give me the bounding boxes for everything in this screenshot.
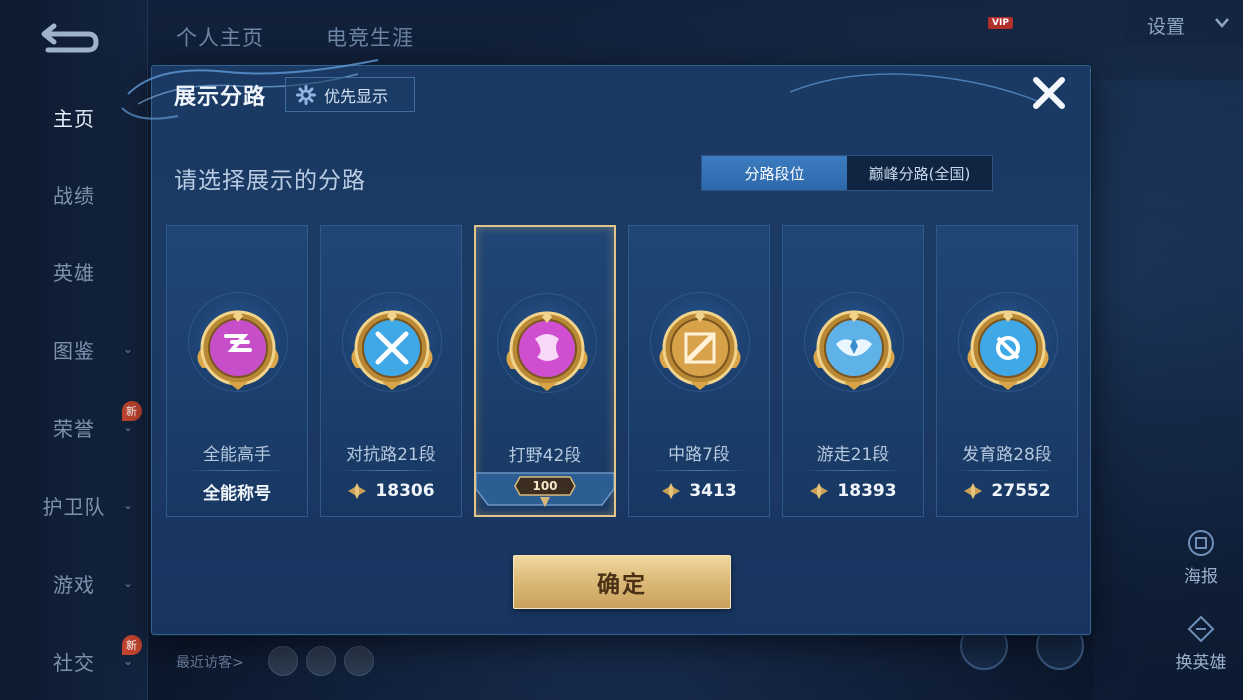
avatar[interactable] xyxy=(306,646,336,676)
tab-peak-lane[interactable]: 巅峰分路(全国) xyxy=(847,156,992,190)
divider xyxy=(187,470,287,471)
lane-card-name: 游走21段 xyxy=(816,445,890,465)
lane-card-footer: 全能称号 xyxy=(167,476,307,506)
dialog-subtitle: 请选择展示的分路 xyxy=(174,168,366,194)
lane-card[interactable]: 发育路28段 27552 xyxy=(936,225,1078,517)
nav-item-5[interactable]: 护卫队 ⌄ xyxy=(0,485,148,525)
settings-button[interactable]: 设置 xyxy=(1123,6,1243,44)
priority-display-label: 优先显示 xyxy=(324,86,389,106)
all-round-icon xyxy=(188,298,288,398)
crossed-swords-icon xyxy=(342,298,442,398)
divider xyxy=(341,470,441,471)
rank-points-value: 18393 xyxy=(837,481,897,501)
profile-top-tabs: 个人主页 电竞生涯 xyxy=(176,22,414,52)
lane-card-footer: 18393 xyxy=(783,476,923,506)
nav-item-1[interactable]: 战绩 xyxy=(0,174,148,214)
poster-icon xyxy=(1188,530,1214,556)
rank-points-value: 3413 xyxy=(689,481,737,501)
divider xyxy=(803,470,903,471)
lane-card[interactable]: 中路7段 3413 xyxy=(628,225,770,517)
rank-points-icon xyxy=(662,483,681,499)
vip-info xyxy=(1028,10,1108,44)
decorative-swirl xyxy=(790,73,1041,103)
divider xyxy=(957,470,1057,471)
nav-item-2[interactable]: 英雄 xyxy=(0,251,148,291)
tab-lane-rank[interactable]: 分路段位 xyxy=(702,156,847,190)
nav-item-3[interactable]: 图鉴 ⌄ xyxy=(0,329,148,369)
lane-card[interactable]: 全能高手 全能称号 xyxy=(166,225,308,517)
recent-visitors-label[interactable]: 最近访客> xyxy=(176,652,244,672)
tab-esports-career[interactable]: 电竞生涯 xyxy=(326,22,414,52)
new-badge: 新 xyxy=(122,401,142,421)
confirm-button[interactable]: 确定 xyxy=(513,555,731,609)
nav-item-label: 图鉴 xyxy=(53,338,95,363)
change-hero-label: 换英雄 xyxy=(1175,653,1227,673)
settings-label: 设置 xyxy=(1147,15,1186,38)
chevron-down-icon: ⌄ xyxy=(122,342,134,356)
lane-card-footer: 18306 xyxy=(321,476,461,506)
nav-item-6[interactable]: 游戏 ⌄ xyxy=(0,563,148,603)
right-side-scene xyxy=(1093,80,1243,700)
dragon-icon xyxy=(497,299,597,399)
swap-hero-icon xyxy=(1187,615,1215,643)
avatar[interactable] xyxy=(344,646,374,676)
chevron-down-icon: ⌄ xyxy=(122,498,134,512)
lane-card[interactable]: 对抗路21段 18306 xyxy=(320,225,462,517)
gear-icon xyxy=(296,84,316,105)
nav-item-label: 游戏 xyxy=(53,572,95,597)
shield-arrow-icon xyxy=(958,298,1058,398)
avatar[interactable] xyxy=(268,646,298,676)
poster-label: 海报 xyxy=(1184,567,1218,587)
title-label: 全能称号 xyxy=(203,483,271,504)
back-arrow-icon[interactable] xyxy=(38,20,100,54)
nav-item-label: 护卫队 xyxy=(42,494,106,519)
rank-points-icon xyxy=(964,483,983,499)
lane-card-name: 中路7段 xyxy=(668,445,730,465)
lane-type-tabs: 分路段位 巅峰分路(全国) xyxy=(701,155,993,191)
lane-card[interactable]: 游走21段 18393 xyxy=(782,225,924,517)
nav-item-7[interactable]: 社交 ⌄ 新 xyxy=(0,635,148,681)
chevron-down-icon: ⌄ xyxy=(122,576,134,590)
rank-points-icon xyxy=(810,483,829,499)
priority-display-button[interactable]: 优先显示 xyxy=(285,77,415,112)
rank-points-value: 27552 xyxy=(991,481,1051,501)
lane-card-name: 全能高手 xyxy=(203,445,271,465)
nav-item-label: 主页 xyxy=(53,106,95,131)
divider xyxy=(649,470,749,471)
lane-card-name: 打野42段 xyxy=(508,446,582,466)
staff-icon xyxy=(650,298,750,398)
wings-icon xyxy=(804,298,904,398)
tab-personal-home[interactable]: 个人主页 xyxy=(176,22,264,52)
nav-item-label: 战绩 xyxy=(53,183,95,208)
nav-item-label: 社交 xyxy=(53,650,95,675)
dialog-title: 展示分路 xyxy=(174,85,267,110)
lane-display-dialog: 展示分路 优先显示 请选择展示的分路 分路段位 巅峰分路(全国) 全能高手全能称… xyxy=(121,59,1091,635)
lane-card-footer: 27552 xyxy=(937,476,1077,506)
lane-card-footer: 3413 xyxy=(629,476,769,506)
selected-number: 100 xyxy=(532,479,558,493)
recent-visitors xyxy=(268,646,374,676)
vip-badge: VIP xyxy=(988,17,1013,29)
poster-button[interactable]: 海报 xyxy=(1166,528,1236,587)
nav-item-4[interactable]: 荣誉 ⌄ 新 xyxy=(0,401,148,447)
nav-item-label: 荣誉 xyxy=(53,416,95,441)
new-badge: 新 xyxy=(122,635,142,655)
change-hero-button[interactable]: 换英雄 xyxy=(1166,614,1236,673)
selected-ribbon: 100 xyxy=(475,471,615,515)
lane-card[interactable]: 打野42段 100 xyxy=(474,225,616,517)
chevron-down-icon: ⌄ xyxy=(122,654,134,668)
rank-points-icon xyxy=(348,483,367,499)
rank-points-value: 18306 xyxy=(375,481,435,501)
chevron-down-icon: ⌄ xyxy=(122,420,134,434)
nav-item-label: 英雄 xyxy=(53,260,95,285)
lane-card-name: 发育路28段 xyxy=(962,445,1052,465)
lane-card-name: 对抗路21段 xyxy=(346,445,436,465)
close-icon[interactable] xyxy=(1030,74,1068,112)
chevron-down-icon xyxy=(1215,18,1229,28)
